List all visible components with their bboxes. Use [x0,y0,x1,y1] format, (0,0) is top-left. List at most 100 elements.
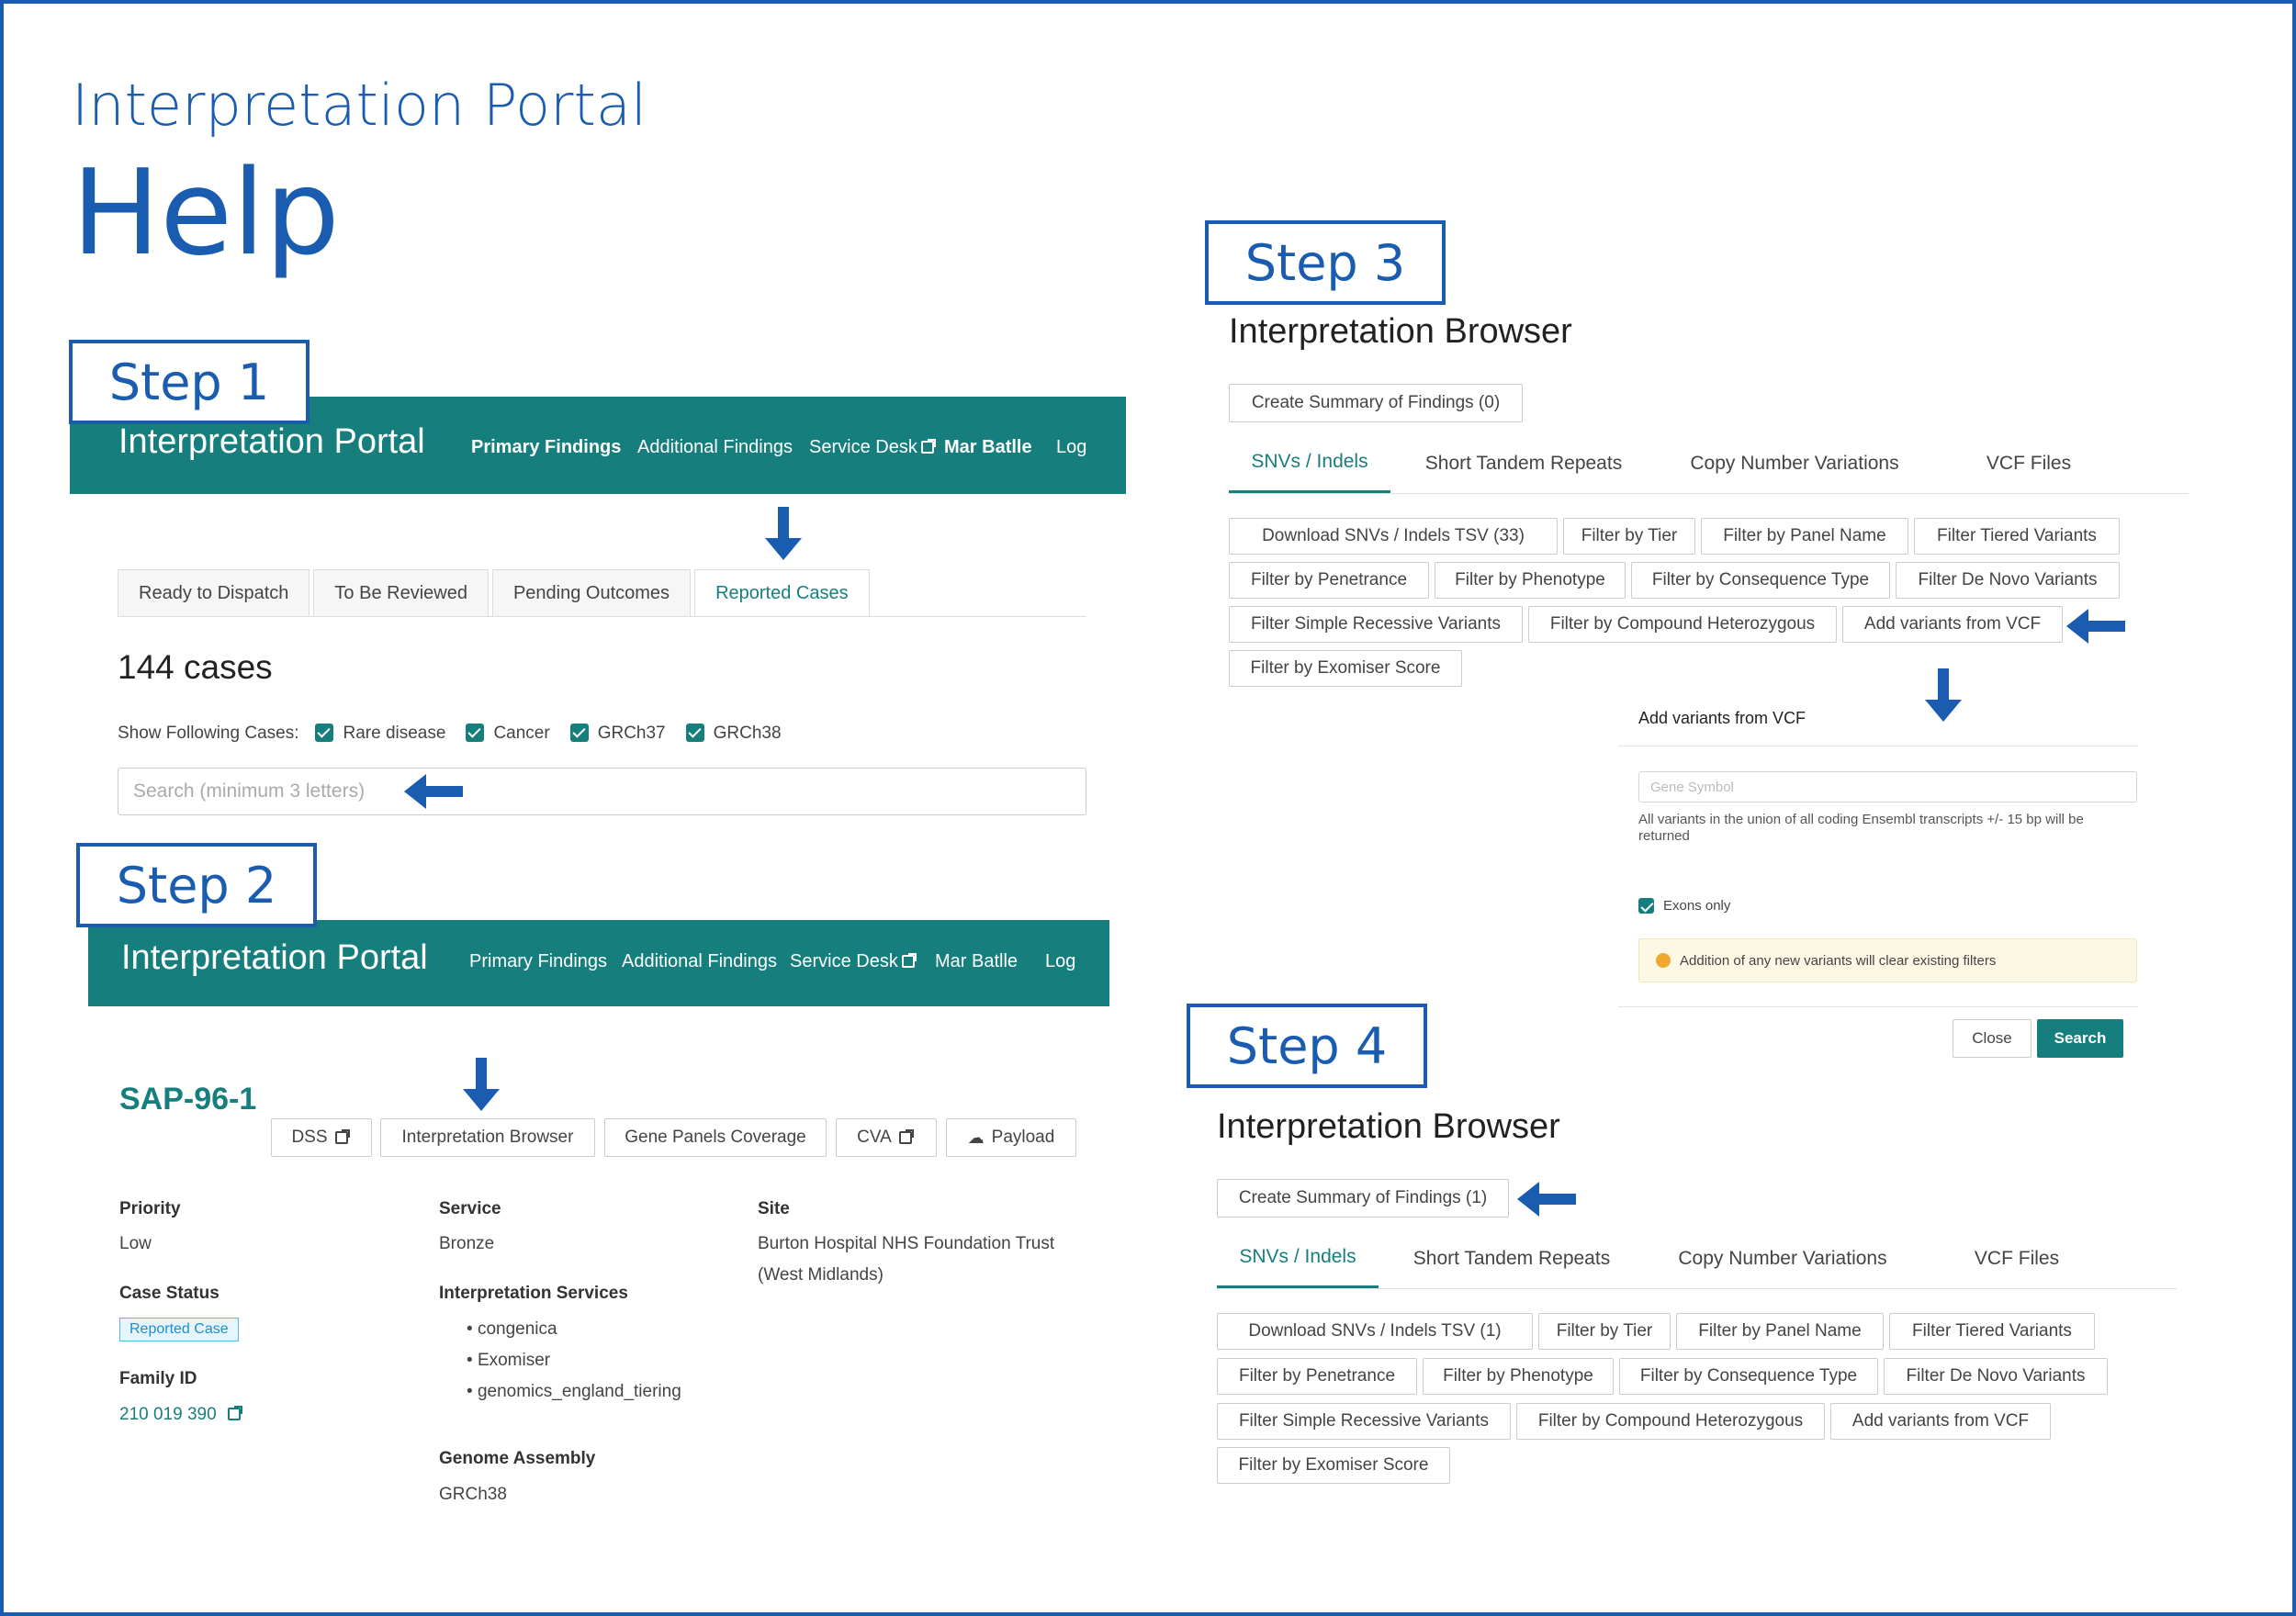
filter-simple-recessive-button[interactable]: Filter Simple Recessive Variants [1217,1403,1511,1440]
external-link-icon [227,1406,242,1420]
checkbox-icon [569,724,589,742]
nav-additional-findings[interactable]: Additional Findings [622,951,777,972]
close-button[interactable]: Close [1953,1019,2032,1058]
nav-user[interactable]: Mar Batlle [935,951,1018,972]
filter-compound-het-button[interactable]: Filter by Compound Heterozygous [1528,606,1837,643]
filter-de-novo-button[interactable]: Filter De Novo Variants [1896,562,2120,599]
list-item: • genomics_england_tiering [467,1382,681,1401]
site-value-line1: Burton Hospital NHS Foundation Trust [758,1234,1055,1253]
nav-user[interactable]: Mar Batlle [944,437,1032,458]
warning-box: Addition of any new variants will clear … [1638,938,2137,982]
interpretation-browser-title: Interpretation Browser [1229,312,1572,351]
filter-grch37[interactable]: GRCh37 [569,724,666,744]
tab-reported-cases[interactable]: Reported Cases [694,569,870,616]
tab-copy-number-variations[interactable]: Copy Number Variations [1645,1229,1920,1288]
external-link-icon [920,439,936,454]
external-link-icon [898,1129,914,1144]
filter-tier-button[interactable]: Filter by Tier [1538,1313,1671,1350]
filter-tiered-button[interactable]: Filter Tiered Variants [1914,518,2120,555]
filter-panel-button[interactable]: Filter by Panel Name [1676,1313,1884,1350]
tab-to-be-reviewed[interactable]: To Be Reviewed [313,569,489,616]
filter-penetrance-button[interactable]: Filter by Penetrance [1229,562,1429,599]
status-badge: Reported Case [119,1318,239,1341]
checkbox-icon [685,724,704,742]
filter-phenotype-button[interactable]: Filter by Phenotype [1435,562,1626,599]
site-value-line2: (West Midlands) [758,1265,884,1285]
case-filter-row: Show Following Cases: Rare disease Cance… [118,724,782,744]
step-1-label: Step 1 [69,340,310,424]
create-summary-button[interactable]: Create Summary of Findings (1) [1217,1179,1509,1218]
nav-log[interactable]: Log [1045,951,1075,972]
create-summary-button[interactable]: Create Summary of Findings (0) [1229,384,1523,422]
filter-penetrance-button[interactable]: Filter by Penetrance [1217,1358,1417,1395]
variant-tabs: SNVs / Indels Short Tandem Repeats Copy … [1229,433,2189,494]
external-link-icon [901,953,917,968]
gene-panels-coverage-button[interactable]: Gene Panels Coverage [604,1118,827,1157]
dss-button[interactable]: DSS [271,1118,372,1157]
add-variants-vcf-button[interactable]: Add variants from VCF [1842,606,2063,643]
filter-tier-button[interactable]: Filter by Tier [1563,518,1695,555]
add-variants-vcf-button[interactable]: Add variants from VCF [1830,1403,2051,1440]
search-placeholder: Search (minimum 3 letters) [133,780,366,802]
tab-vcf-files[interactable]: VCF Files [1920,1229,2113,1288]
list-item: • congenica [467,1319,557,1339]
help-title: Help [72,145,340,282]
genome-assembly-value: GRCh38 [439,1485,507,1504]
nav-brand[interactable]: Interpretation Portal [121,938,428,978]
external-link-icon [334,1129,350,1144]
tab-short-tandem-repeats[interactable]: Short Tandem Repeats [1390,433,1657,493]
step-4-label: Step 4 [1187,1004,1427,1088]
case-status-label: Case Status [119,1284,219,1303]
filter-simple-recessive-button[interactable]: Filter Simple Recessive Variants [1229,606,1523,643]
nav-additional-findings[interactable]: Additional Findings [637,437,793,458]
site-label: Site [758,1199,790,1218]
nav-service-desk[interactable]: Service Desk [790,951,918,972]
tab-short-tandem-repeats[interactable]: Short Tandem Repeats [1379,1229,1645,1288]
case-id: SAP-96-1 [119,1082,257,1117]
exons-only-checkbox[interactable]: Exons only [1638,898,1730,914]
tab-vcf-files[interactable]: VCF Files [1932,433,2125,493]
step-3-label: Step 3 [1205,220,1446,305]
filter-panel-button[interactable]: Filter by Panel Name [1701,518,1908,555]
filter-exomiser-button[interactable]: Filter by Exomiser Score [1217,1447,1450,1484]
filter-cancer[interactable]: Cancer [466,724,550,744]
priority-value: Low [119,1234,152,1253]
interpretation-browser-button[interactable]: Interpretation Browser [380,1118,595,1157]
download-tsv-button[interactable]: Download SNVs / Indels TSV (33) [1229,518,1558,555]
filter-rare-disease[interactable]: Rare disease [315,724,445,744]
case-tabs: Ready to Dispatch To Be Reviewed Pending… [118,569,1086,617]
filter-phenotype-button[interactable]: Filter by Phenotype [1423,1358,1614,1395]
search-button[interactable]: Search [2037,1019,2123,1058]
filter-consequence-button[interactable]: Filter by Consequence Type [1619,1358,1878,1395]
filter-exomiser-button[interactable]: Filter by Exomiser Score [1229,650,1462,687]
checkbox-icon [1638,898,1654,914]
tab-snvs-indels[interactable]: SNVs / Indels [1229,433,1390,493]
cva-button[interactable]: CVA [836,1118,937,1157]
filter-compound-het-button[interactable]: Filter by Compound Heterozygous [1516,1403,1825,1440]
search-input[interactable]: Search (minimum 3 letters) [118,768,1086,815]
nav-service-desk[interactable]: Service Desk [809,437,938,458]
tab-snvs-indels[interactable]: SNVs / Indels [1217,1229,1379,1288]
nav-primary-findings[interactable]: Primary Findings [471,437,621,458]
nav-log[interactable]: Log [1056,437,1086,458]
filter-consequence-button[interactable]: Filter by Consequence Type [1631,562,1890,599]
tab-pending-outcomes[interactable]: Pending Outcomes [491,569,692,616]
checkbox-icon [315,724,334,742]
nav-brand[interactable]: Interpretation Portal [118,422,425,462]
payload-button[interactable]: ☁ Payload [946,1118,1076,1157]
filter-de-novo-button[interactable]: Filter De Novo Variants [1884,1358,2108,1395]
modal-help-text: All variants in the union of all coding … [1638,812,2084,844]
filter-grch38[interactable]: GRCh38 [685,724,782,744]
tab-ready-to-dispatch[interactable]: Ready to Dispatch [118,569,310,616]
add-variants-modal: Add variants from VCF Gene Symbol All va… [1618,690,2138,1058]
nav-primary-findings[interactable]: Primary Findings [469,951,607,972]
family-id-link[interactable]: 210 019 390 [119,1405,244,1425]
download-tsv-button[interactable]: Download SNVs / Indels TSV (1) [1217,1313,1533,1350]
gene-symbol-input[interactable]: Gene Symbol [1638,771,2137,802]
cloud-upload-icon: ☁ [967,1128,985,1147]
tab-copy-number-variations[interactable]: Copy Number Variations [1657,433,1932,493]
list-item: • Exomiser [467,1351,551,1370]
interpretation-browser-title: Interpretation Browser [1217,1107,1560,1146]
filter-tiered-button[interactable]: Filter Tiered Variants [1889,1313,2095,1350]
variant-tabs: SNVs / Indels Short Tandem Repeats Copy … [1217,1229,2177,1289]
